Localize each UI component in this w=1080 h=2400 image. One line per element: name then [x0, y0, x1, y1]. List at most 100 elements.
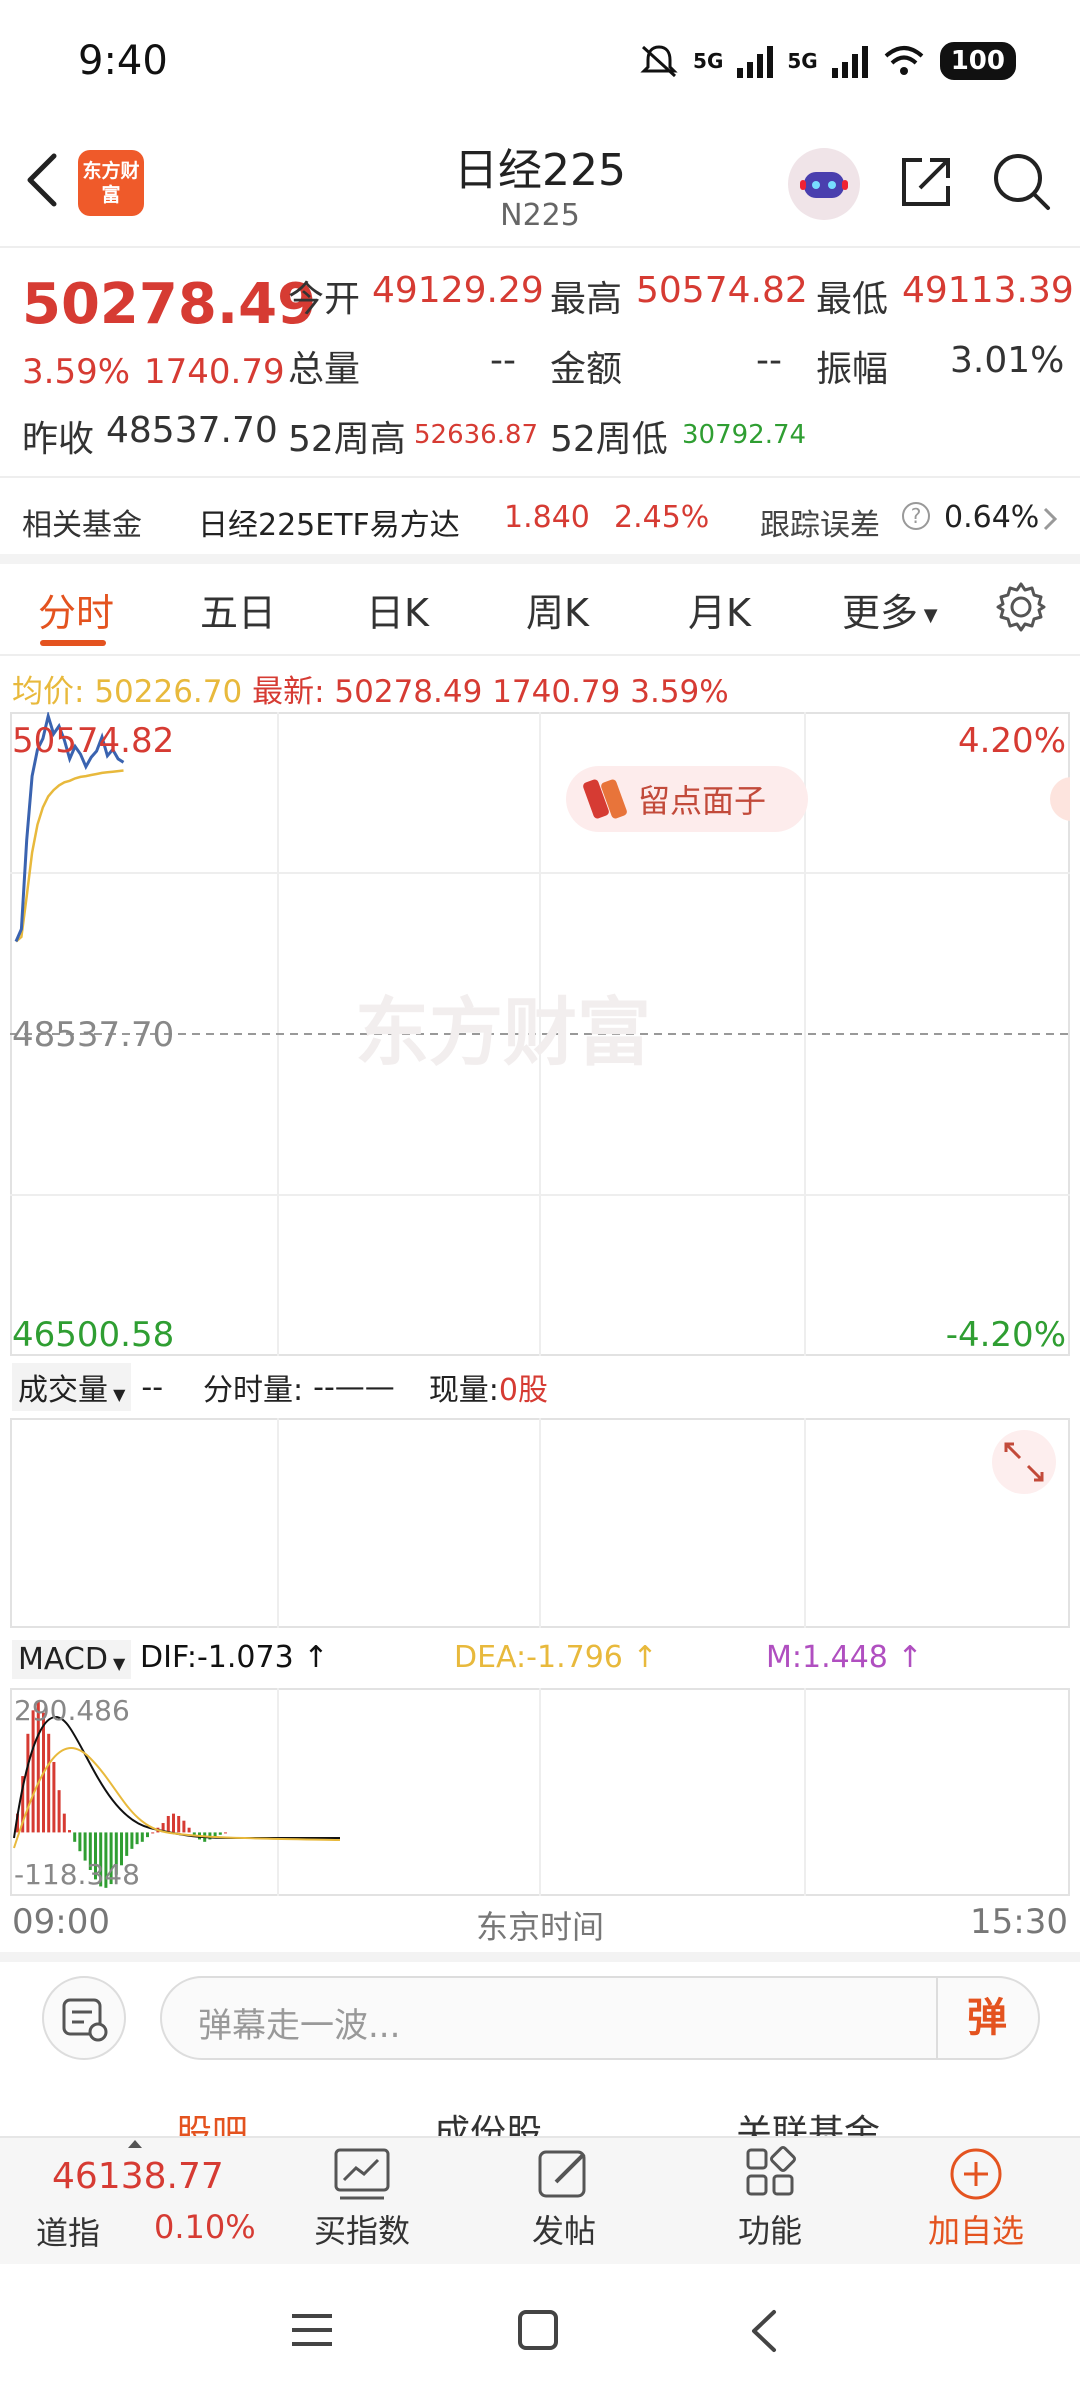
fund-price: 1.840: [504, 500, 590, 535]
search-icon[interactable]: [990, 150, 1054, 214]
volume-selector[interactable]: 成交量 ▼: [12, 1363, 132, 1411]
tab-five-day[interactable]: 五日: [200, 582, 276, 637]
active-tab-indicator: [40, 640, 106, 646]
ticker-pct: 0.10%: [154, 2208, 256, 2246]
macd-bar: [68, 1830, 71, 1833]
volume-selector-label: 成交量: [18, 1373, 108, 1408]
tab-more[interactable]: 更多 ▼: [842, 582, 938, 637]
macd-bar: [140, 1832, 144, 1842]
header-divider: [0, 246, 1080, 248]
tab-daily-k[interactable]: 日K: [366, 582, 429, 637]
functions-button[interactable]: 功能: [700, 2140, 840, 2252]
time-axis-middle: 东京时间: [475, 1908, 604, 1946]
battery-icon: 100: [939, 42, 1016, 80]
dif-label: DIF:: [140, 1640, 197, 1675]
macd-top-label: 290.486: [14, 1694, 130, 1727]
macd-bar: [26, 1733, 30, 1833]
macd-chart[interactable]: 290.486 -118.348: [10, 1688, 1070, 1896]
macd-bar: [83, 1832, 87, 1861]
pct-top-label: 4.20%: [958, 721, 1066, 761]
signal-icon-2: [831, 44, 868, 78]
avg-value: 50226.70: [94, 674, 243, 710]
intraday-info-line: 均价: 50226.70 最新: 50278.49 1740.79 3.59%: [12, 666, 729, 711]
minute-vol-value: --——: [313, 1369, 395, 1405]
menu-icon[interactable]: [290, 2310, 334, 2350]
macd-bar: [146, 1832, 149, 1838]
quote-divider: [0, 476, 1080, 478]
macd-header: MACD ▼ DIF:-1.073 ↑ DEA:-1.796 ↑ M:1.448…: [12, 1636, 1052, 1682]
macd-bottom-label: -118.348: [14, 1858, 140, 1891]
add-watchlist-button[interactable]: 加自选: [906, 2140, 1046, 2252]
buy-index-button[interactable]: 买指数: [292, 2140, 432, 2252]
system-nav-bar: [0, 2264, 1080, 2400]
macd-bar: [52, 1761, 56, 1833]
caret-down-icon: ▼: [108, 1385, 126, 1404]
open-label: 今开: [288, 279, 361, 320]
settings-gear-icon[interactable]: [994, 580, 1048, 634]
current-vol-value: 0股: [498, 1373, 549, 1408]
network-label-2: 5G: [787, 49, 818, 73]
dif-readout: DIF:-1.073 ↑: [140, 1640, 329, 1675]
macd-bar: [125, 1832, 129, 1856]
volume-chart[interactable]: [10, 1418, 1070, 1628]
badge-pill[interactable]: 留点面子: [566, 766, 808, 832]
wifi-icon: [884, 46, 924, 75]
danmaku-settings-icon[interactable]: [42, 1976, 126, 2060]
danmaku-input[interactable]: 弹幕走一波...: [160, 1976, 1040, 2060]
macd-bar: [177, 1815, 181, 1833]
fund-name[interactable]: 日经225ETF易方达: [198, 500, 460, 544]
macd-bar: [57, 1790, 61, 1833]
macd-bar: [62, 1813, 66, 1833]
m-readout: M:1.448 ↑: [766, 1640, 923, 1675]
ticker-widget[interactable]: 46138.77 道指 0.10%: [20, 2140, 270, 2260]
section-divider: [0, 1952, 1080, 1962]
current-price: 50278.49: [22, 272, 317, 337]
y-mid-label: 48537.70: [12, 1015, 174, 1055]
tab-more-label: 更多: [842, 591, 919, 635]
status-icons: 5G 5G 100: [639, 38, 1016, 84]
minute-vol-label: 分时量:: [203, 1373, 304, 1408]
macd-bar: [135, 1832, 139, 1845]
ticker-name: 道指: [36, 2214, 101, 2252]
m-label: M:: [766, 1640, 802, 1675]
current-vol-label: 现量:: [428, 1373, 499, 1408]
tab-intraday[interactable]: 分时: [38, 582, 114, 637]
status-time: 9:40: [78, 38, 168, 84]
buy-index-label: 买指数: [313, 2212, 410, 2250]
tab-monthly-k[interactable]: 月K: [688, 582, 751, 637]
avg-label: 均价:: [12, 674, 85, 710]
post-button[interactable]: 发帖: [494, 2140, 634, 2252]
back-nav-icon[interactable]: [748, 2308, 778, 2354]
amount-value: --: [756, 340, 782, 381]
macd-bar: [31, 1710, 35, 1833]
macd-selector[interactable]: MACD ▼: [12, 1640, 132, 1679]
wk52-low-value: 30792.74: [682, 420, 807, 450]
latest-label: 最新:: [252, 674, 325, 710]
prev-close-value: 48537.70: [106, 410, 278, 451]
macd-bar: [224, 1832, 227, 1834]
avg-price-line: [15, 769, 124, 943]
danmaku-send-button[interactable]: 弹: [936, 1978, 1036, 2058]
y-bottom-label: 46500.58: [12, 1315, 174, 1355]
macd-bar: [151, 1832, 155, 1834]
pct-bottom-label: -4.20%: [946, 1315, 1066, 1355]
fund-pct: 2.45%: [614, 500, 710, 535]
expand-icon[interactable]: [992, 1430, 1056, 1494]
chart-trend-icon: [334, 2148, 390, 2200]
change-pct: 3.59%: [22, 352, 131, 392]
share-icon[interactable]: [896, 152, 956, 212]
home-icon[interactable]: [516, 2308, 560, 2352]
help-icon[interactable]: ?: [902, 502, 930, 530]
intraday-chart[interactable]: 东方财富 50574.82 48537.70 46500.58 4.20% -4…: [10, 712, 1070, 1356]
dea-line: [13, 1747, 341, 1849]
section-divider: [0, 554, 1080, 564]
macd-bar: [172, 1813, 175, 1833]
assistant-robot-icon[interactable]: [788, 148, 860, 220]
macd-bar: [47, 1733, 51, 1833]
macd-bar: [187, 1827, 191, 1833]
ticker-value: 46138.77: [52, 2156, 224, 2197]
badge-edge-icon[interactable]: [1050, 777, 1070, 821]
volume-value: --: [490, 340, 516, 381]
tab-weekly-k[interactable]: 周K: [526, 582, 589, 637]
wk52-high-label: 52周高: [288, 419, 406, 460]
